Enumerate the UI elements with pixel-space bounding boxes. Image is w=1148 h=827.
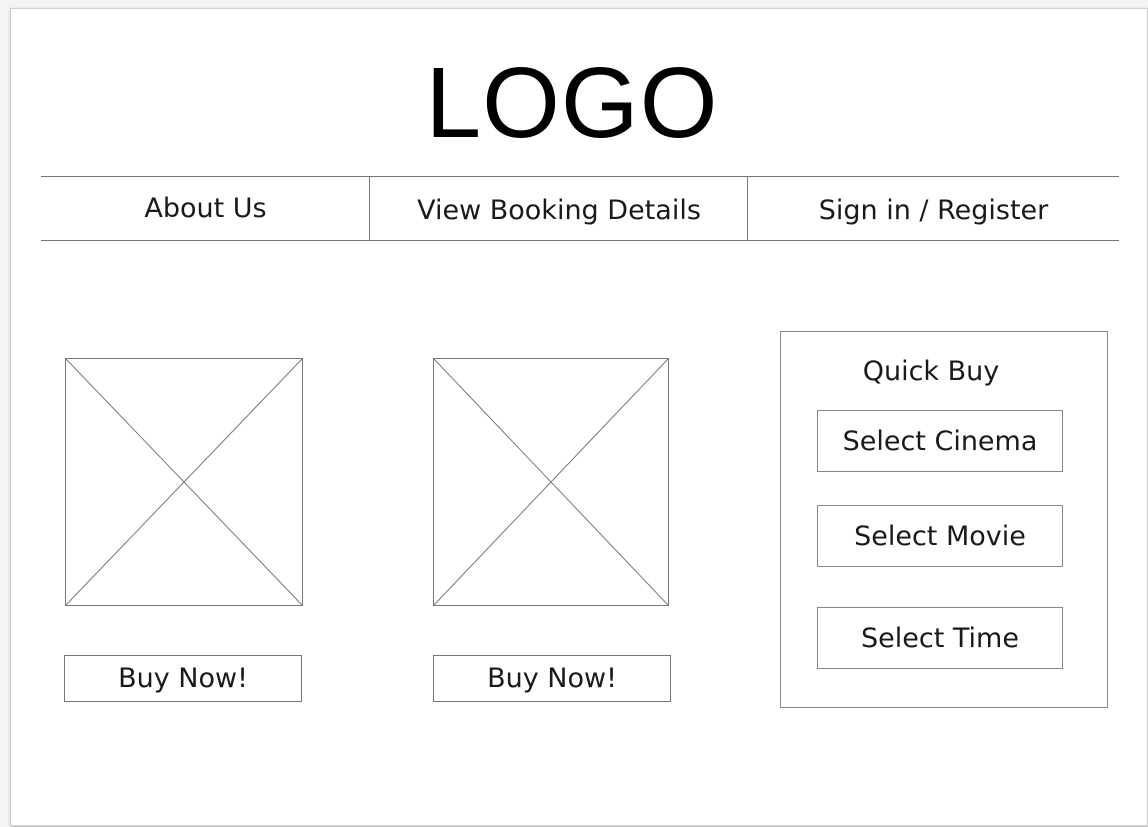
select-time-dropdown[interactable]: Select Time — [817, 607, 1063, 669]
main-navigation: About Us View Booking Details Sign in / … — [41, 176, 1119, 241]
image-placeholder-icon — [66, 359, 302, 605]
logo-text: LOGO — [425, 47, 719, 159]
nav-view-booking-details[interactable]: View Booking Details — [370, 177, 748, 240]
buy-now-button[interactable]: Buy Now! — [64, 655, 302, 702]
image-placeholder-icon — [434, 359, 668, 605]
nav-about-us[interactable]: About Us — [41, 177, 370, 240]
select-movie-dropdown[interactable]: Select Movie — [817, 505, 1063, 567]
quick-buy-panel: Quick Buy Select Cinema Select Movie Sel… — [780, 331, 1108, 708]
movie-image-placeholder[interactable] — [65, 358, 303, 606]
select-cinema-dropdown[interactable]: Select Cinema — [817, 410, 1063, 472]
nav-sign-in-register[interactable]: Sign in / Register — [748, 177, 1119, 240]
quick-buy-title: Quick Buy — [862, 356, 1000, 387]
movie-image-placeholder[interactable] — [433, 358, 669, 606]
buy-now-button[interactable]: Buy Now! — [433, 655, 671, 702]
logo[interactable]: LOGO — [0, 48, 1148, 158]
page: LOGO About Us View Booking Details Sign … — [0, 0, 1148, 827]
